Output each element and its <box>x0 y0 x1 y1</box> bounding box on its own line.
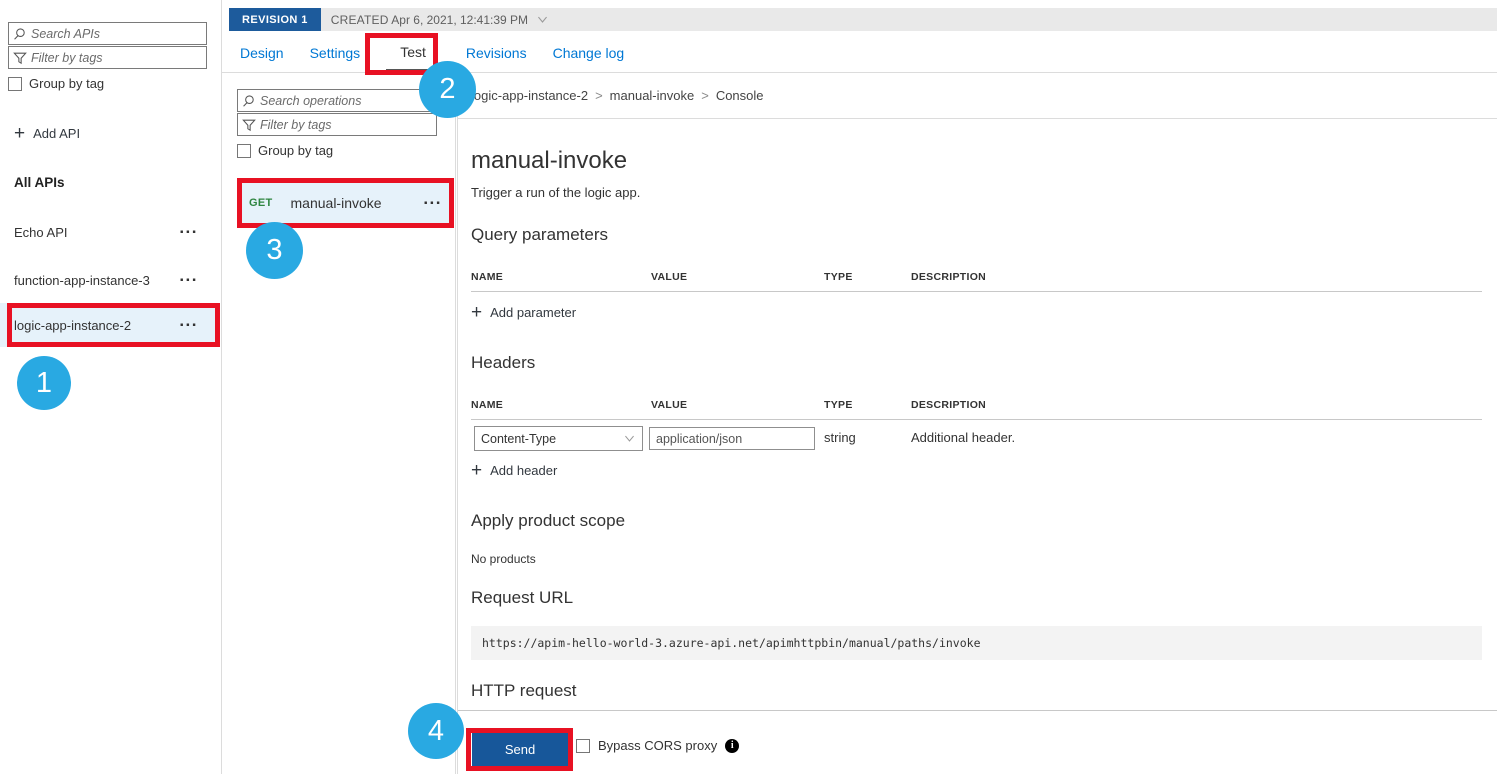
chevron-down-icon[interactable] <box>536 13 549 26</box>
operation-title: manual-invoke <box>471 147 627 175</box>
filter-icon <box>242 118 256 132</box>
col-name: NAME <box>471 271 503 283</box>
breadcrumb-console: Console <box>716 88 764 103</box>
bypass-cors-checkbox[interactable] <box>576 739 590 753</box>
all-apis-heading: All APIs <box>14 175 65 190</box>
request-url-box: https://apim-hello-world-3.azure-api.net… <box>471 626 1482 660</box>
product-scope-value: No products <box>471 552 536 566</box>
header-description: Additional header. <box>911 430 1015 445</box>
header-row-content-type: Content-Type string Additional header. <box>471 426 1482 452</box>
group-by-tag-row: Group by tag <box>8 76 104 91</box>
add-header-button[interactable]: + Add header <box>471 463 557 478</box>
col-value: VALUE <box>651 271 687 283</box>
header-value-input[interactable] <box>649 427 815 450</box>
created-label: CREATED <box>331 13 389 27</box>
operation-name: manual-invoke <box>291 195 424 211</box>
header-name-select[interactable]: Content-Type <box>474 426 643 451</box>
created-value: Apr 6, 2021, 12:41:39 PM <box>391 13 528 27</box>
breadcrumb-separator <box>694 88 716 103</box>
api-label: Echo API <box>14 225 67 240</box>
search-operations-input[interactable] <box>260 94 432 108</box>
search-icon <box>13 27 27 41</box>
search-apis-input[interactable] <box>31 27 202 41</box>
info-icon <box>725 739 739 753</box>
add-api-label: Add API <box>33 126 80 141</box>
search-icon <box>242 94 256 108</box>
api-tabs: Design Settings Test Revisions Change lo… <box>222 31 1497 73</box>
filter-tags-box[interactable] <box>8 46 207 69</box>
divider <box>458 710 1497 711</box>
chevron-down-icon <box>623 432 636 445</box>
sidebar-item-function-app-instance-3[interactable]: function-app-instance-3 ... <box>0 270 220 290</box>
ops-group-by-tag-checkbox[interactable] <box>237 144 251 158</box>
test-console: logic-app-instance-2 manual-invoke Console… <box>457 73 1497 774</box>
step-badge-2: 2 <box>419 61 476 118</box>
ops-filter-tags-box[interactable] <box>237 113 437 136</box>
operation-item-manual-invoke[interactable]: GET manual-invoke ... <box>237 178 454 228</box>
bypass-cors-row: Bypass CORS proxy <box>576 738 739 753</box>
add-parameter-button[interactable]: + Add parameter <box>471 305 576 320</box>
add-header-label: Add header <box>490 463 557 478</box>
plus-icon: + <box>471 306 482 320</box>
header-type: string <box>824 430 856 445</box>
header-name-value: Content-Type <box>481 432 556 446</box>
more-options-icon[interactable]: ... <box>179 272 198 280</box>
headers-header-row: NAME VALUE TYPE DESCRIPTION <box>471 397 1482 420</box>
step-badge-1: 1 <box>17 356 71 410</box>
filter-tags-input[interactable] <box>31 51 202 65</box>
operations-panel: Group by tag GET manual-invoke ... <box>222 73 456 774</box>
request-url-heading: Request URL <box>471 588 573 608</box>
add-api-button[interactable]: + Add API <box>14 126 80 141</box>
tab-change-log[interactable]: Change log <box>553 31 625 73</box>
divider <box>458 118 1497 119</box>
breadcrumb-api[interactable]: logic-app-instance-2 <box>471 88 588 103</box>
query-parameters-heading: Query parameters <box>471 225 608 245</box>
tab-design[interactable]: Design <box>240 31 284 73</box>
sidebar-item-echo-api[interactable]: Echo API ... <box>0 222 220 242</box>
search-operations-box[interactable] <box>237 89 437 112</box>
ops-group-by-tag-row: Group by tag <box>237 143 333 158</box>
more-options-icon[interactable]: ... <box>423 195 442 203</box>
more-options-icon[interactable]: ... <box>179 224 198 232</box>
add-parameter-label: Add parameter <box>490 305 576 320</box>
col-value: VALUE <box>651 399 687 411</box>
plus-icon: + <box>471 464 482 478</box>
product-scope-heading: Apply product scope <box>471 511 625 531</box>
step-badge-3: 3 <box>246 222 303 279</box>
ops-group-by-tag-label: Group by tag <box>258 143 333 158</box>
headers-heading: Headers <box>471 353 535 373</box>
group-by-tag-label: Group by tag <box>29 76 104 91</box>
col-description: DESCRIPTION <box>911 271 986 283</box>
operation-description: Trigger a run of the logic app. <box>471 185 640 200</box>
request-url-value: https://apim-hello-world-3.azure-api.net… <box>482 636 981 650</box>
http-method-get: GET <box>249 197 273 209</box>
col-description: DESCRIPTION <box>911 399 986 411</box>
revision-badge: REVISION 1 <box>229 8 321 31</box>
search-apis-box[interactable] <box>8 22 207 45</box>
tab-settings[interactable]: Settings <box>310 31 361 73</box>
bypass-cors-label: Bypass CORS proxy <box>598 738 717 753</box>
tab-revisions[interactable]: Revisions <box>466 31 527 73</box>
revision-created-dropdown[interactable]: CREATED Apr 6, 2021, 12:41:39 PM <box>331 13 528 27</box>
group-by-tag-checkbox[interactable] <box>8 77 22 91</box>
col-type: TYPE <box>824 399 853 411</box>
breadcrumb-operation[interactable]: manual-invoke <box>610 88 695 103</box>
breadcrumb-separator <box>588 88 610 103</box>
send-button[interactable]: Send <box>472 733 568 766</box>
col-name: NAME <box>471 399 503 411</box>
sidebar-item-logic-app-instance-2[interactable]: logic-app-instance-2 ... <box>0 303 220 347</box>
step-badge-4: 4 <box>408 703 464 759</box>
api-label: function-app-instance-3 <box>14 273 150 288</box>
query-parameters-header-row: NAME VALUE TYPE DESCRIPTION <box>471 269 1482 292</box>
ops-filter-tags-input[interactable] <box>260 118 432 132</box>
more-options-icon[interactable]: ... <box>179 317 198 325</box>
breadcrumb: logic-app-instance-2 manual-invoke Console <box>471 73 764 118</box>
http-request-heading: HTTP request <box>471 681 577 701</box>
col-type: TYPE <box>824 271 853 283</box>
plus-icon: + <box>14 127 25 141</box>
api-label: logic-app-instance-2 <box>14 318 131 333</box>
revision-bar: REVISION 1 CREATED Apr 6, 2021, 12:41:39… <box>229 8 1497 31</box>
filter-icon <box>13 51 27 65</box>
